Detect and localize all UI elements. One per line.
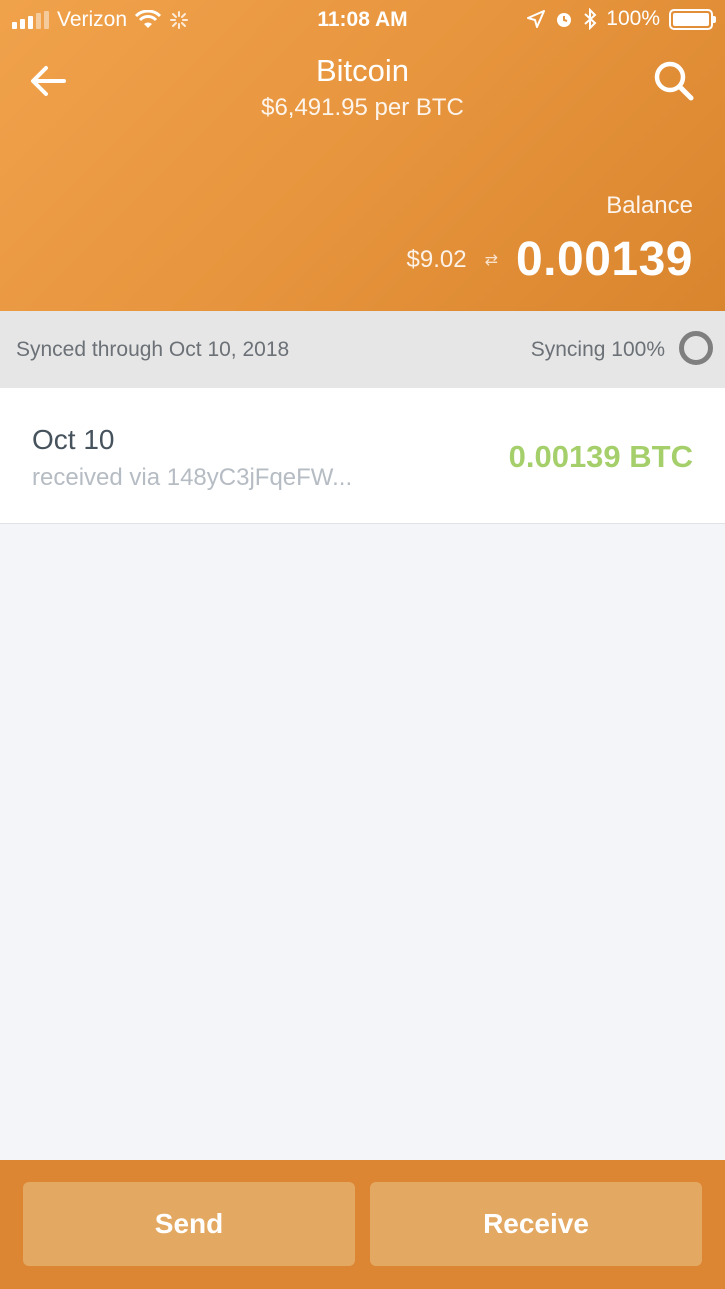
battery-icon: [669, 8, 716, 30]
balance-toggle[interactable]: $9.02 ⇄ 0.00139: [407, 232, 693, 287]
transaction-amount: 0.00139 BTC: [508, 439, 693, 474]
syncing-percent-text: Syncing 100%: [530, 338, 665, 361]
send-button[interactable]: Send: [23, 1182, 355, 1266]
wallet-header: Verizon 11:08 AM 100% Bitcoin $6,491.95 …: [0, 0, 725, 311]
alarm-clock-icon: [557, 13, 572, 27]
location-arrow-icon: [527, 10, 546, 28]
page-title: Bitcoin: [315, 53, 410, 88]
bluetooth-icon: [584, 8, 597, 30]
search-icon[interactable]: [651, 58, 697, 104]
status-bar: Verizon 11:08 AM 100%: [0, 0, 725, 40]
swap-arrows-icon: ⇄: [484, 251, 498, 269]
receive-button[interactable]: Receive: [370, 1182, 702, 1266]
battery-percent: 100%: [606, 7, 660, 30]
synced-through-text: Synced through Oct 10, 2018: [16, 338, 290, 361]
transaction-date: Oct 10: [32, 424, 115, 455]
sync-ring-icon: [679, 331, 713, 365]
balance-crypto: 0.00139: [515, 233, 693, 286]
sync-status-bar: Synced through Oct 10, 2018 Syncing 100%: [0, 311, 725, 388]
balance-label: Balance: [606, 192, 693, 219]
price-per-btc: $6,491.95 per BTC: [261, 94, 464, 121]
action-bar: Send Receive: [0, 1160, 725, 1289]
status-right: 100%: [527, 7, 716, 31]
transaction-row[interactable]: Oct 10 received via 148yC3jFqeFW... 0.00…: [0, 388, 725, 524]
balance-fiat: $9.02: [406, 245, 467, 273]
transaction-description: received via 148yC3jFqeFW...: [32, 464, 353, 491]
